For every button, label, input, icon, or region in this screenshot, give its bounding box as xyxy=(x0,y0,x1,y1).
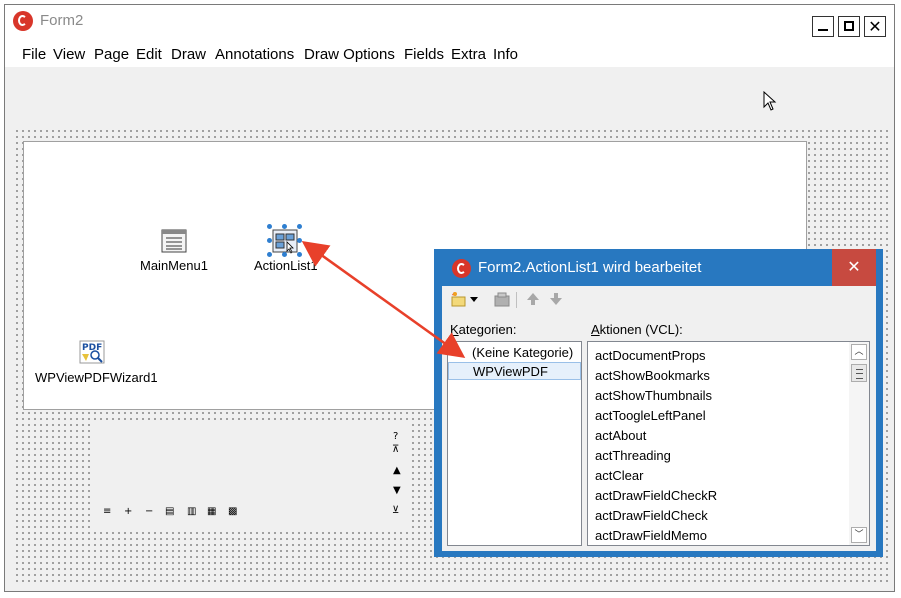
move-bottom-icon[interactable]: ⊻ xyxy=(392,505,399,516)
selection-handle[interactable] xyxy=(297,238,302,243)
move-down-arrow-icon[interactable] xyxy=(548,291,564,307)
toolbar-panel[interactable] xyxy=(90,420,412,528)
remove-icon[interactable]: − xyxy=(145,506,153,517)
close-button[interactable]: ✕ xyxy=(864,16,886,37)
move-up-icon[interactable]: ▲ xyxy=(393,465,401,476)
title-bar xyxy=(5,5,894,41)
action-item[interactable]: actAbout xyxy=(595,428,646,443)
categories-label: Kategorien: xyxy=(450,322,517,337)
selection-handle[interactable] xyxy=(282,224,287,229)
mouse-cursor-icon xyxy=(763,91,777,111)
maximize-icon xyxy=(844,21,854,31)
selection-handle[interactable] xyxy=(267,238,272,243)
page-icon[interactable]: ▤ xyxy=(165,506,174,517)
app-logo-icon xyxy=(13,11,33,31)
minimize-button[interactable] xyxy=(812,16,834,37)
minimize-icon xyxy=(818,29,828,31)
scroll-down-icon[interactable]: ﹀ xyxy=(851,527,867,543)
pdf-wizard-label: WPViewPDFWizard1 xyxy=(34,370,159,385)
dialog-client-area: Kategorien: Aktionen (VCL): (Keine Kateg… xyxy=(442,286,876,551)
actions-label: Aktionen (VCL): xyxy=(591,322,683,337)
dialog-close-button[interactable]: ✕ xyxy=(832,249,876,286)
category-item-selected[interactable]: WPViewPDF xyxy=(448,362,581,380)
action-item[interactable]: actThreading xyxy=(595,448,671,463)
list-view-icon[interactable]: ≡ xyxy=(103,506,111,517)
grid-icon[interactable]: ▦ xyxy=(207,506,216,517)
action-item[interactable]: actDocumentProps xyxy=(595,348,706,363)
action-item[interactable]: actShowThumbnails xyxy=(595,388,712,403)
grip-icon xyxy=(856,369,863,379)
delete-action-icon[interactable] xyxy=(492,291,512,307)
menu-extra[interactable]: Extra xyxy=(451,46,486,63)
menu-edit[interactable]: Edit xyxy=(136,46,162,63)
maximize-button[interactable] xyxy=(838,16,860,37)
menu-fields[interactable]: Fields xyxy=(404,46,444,63)
help-icon[interactable]: ? xyxy=(393,431,398,442)
selection-handle[interactable] xyxy=(267,252,272,257)
actions-scrollbar[interactable]: ︿ ﹀ xyxy=(849,342,869,545)
action-item[interactable]: actDrawFieldCheckR xyxy=(595,488,717,503)
selection-handle[interactable] xyxy=(282,252,287,257)
dialog-toolbar xyxy=(444,288,874,311)
new-action-icon[interactable] xyxy=(450,291,468,307)
main-menu-component-icon[interactable] xyxy=(161,229,187,253)
category-item[interactable]: (Keine Kategorie) xyxy=(448,344,581,362)
action-item[interactable]: actShowBookmarks xyxy=(595,368,710,383)
move-down-icon[interactable]: ▼ xyxy=(393,485,401,496)
move-top-icon[interactable]: ⊼ xyxy=(392,444,399,455)
thumbnails-icon[interactable]: ▩ xyxy=(228,506,237,517)
action-list-component-icon[interactable] xyxy=(272,229,300,255)
dialog-title: Form2.ActionList1 wird bearbeitet xyxy=(478,259,702,276)
dialog-app-icon xyxy=(452,259,471,278)
action-item[interactable]: actDrawFieldCheck xyxy=(595,508,708,523)
menu-annotations[interactable]: Annotations xyxy=(215,46,294,63)
columns-icon[interactable]: ▥ xyxy=(187,506,196,517)
menu-draw-options[interactable]: Draw Options xyxy=(304,46,395,63)
pdf-wizard-component-icon[interactable]: PDF xyxy=(79,340,107,366)
window-title: Form2 xyxy=(40,12,84,29)
menu-file[interactable]: File xyxy=(22,46,46,63)
selection-handle[interactable] xyxy=(267,224,272,229)
action-list-label: ActionList1 xyxy=(253,258,319,273)
action-item[interactable]: actClear xyxy=(595,468,643,483)
action-item[interactable]: actToogleLeftPanel xyxy=(595,408,706,423)
menu-page[interactable]: Page xyxy=(94,46,129,63)
categories-list[interactable]: (Keine Kategorie) WPViewPDF xyxy=(447,341,582,546)
main-menu-label: MainMenu1 xyxy=(139,258,209,273)
action-item[interactable]: actDrawFieldMemo xyxy=(595,528,707,543)
menu-view[interactable]: View xyxy=(53,46,85,63)
dropdown-arrow-icon[interactable] xyxy=(469,296,479,304)
selection-handle[interactable] xyxy=(297,224,302,229)
move-up-arrow-icon[interactable] xyxy=(525,291,541,307)
toolbar-separator xyxy=(516,292,517,308)
scrollbar-thumb[interactable] xyxy=(851,364,867,382)
menu-info[interactable]: Info xyxy=(493,46,518,63)
close-icon: ✕ xyxy=(868,17,882,36)
close-icon: ✕ xyxy=(847,257,861,276)
action-list-editor-dialog: Form2.ActionList1 wird bearbeitet ✕ Kate… xyxy=(434,249,883,557)
scroll-up-icon[interactable]: ︿ xyxy=(851,344,867,360)
menu-draw[interactable]: Draw xyxy=(171,46,206,63)
actions-list[interactable]: actDocumentProps actShowBookmarks actSho… xyxy=(587,341,870,546)
add-icon[interactable]: + xyxy=(124,506,132,517)
selection-handle[interactable] xyxy=(297,252,302,257)
